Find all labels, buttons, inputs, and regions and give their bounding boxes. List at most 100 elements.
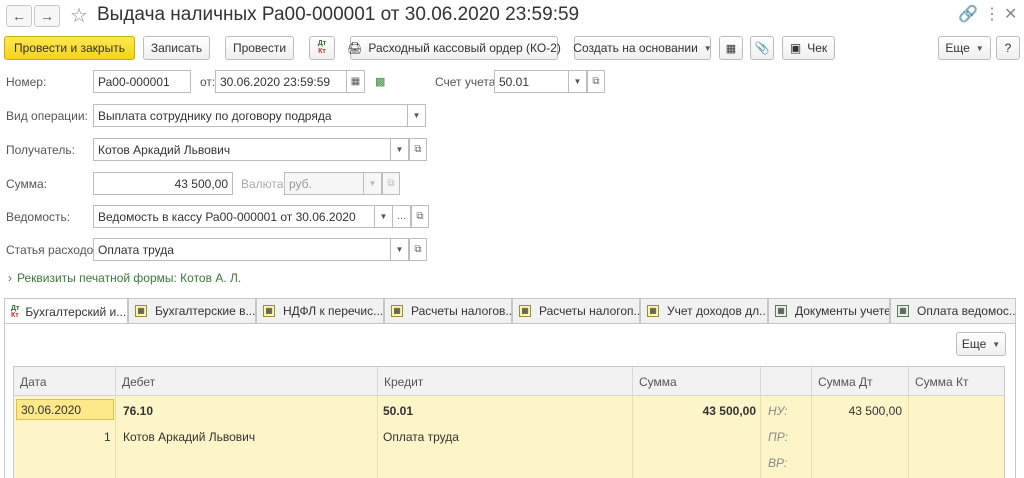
structure-button[interactable]: ▦ bbox=[719, 36, 743, 60]
open-icon: ⧉ bbox=[416, 211, 424, 222]
kt-icon: Кт bbox=[318, 48, 326, 55]
tab-tax-calc[interactable]: ▦ Расчеты налогов... bbox=[384, 298, 512, 324]
statement-select-button[interactable]: … bbox=[393, 205, 411, 228]
operation-field[interactable]: Выплата сотруднику по договору подряда bbox=[93, 104, 408, 127]
save-button[interactable]: Записать bbox=[143, 36, 210, 60]
open-icon: ⧉ bbox=[414, 144, 422, 155]
account-field[interactable]: 50.01 bbox=[494, 70, 569, 93]
column-sum[interactable]: Сумма bbox=[633, 367, 761, 396]
column-date[interactable]: Дата bbox=[14, 367, 116, 396]
tab-label: Расчеты налогов... bbox=[411, 304, 512, 318]
status-doc-icon[interactable]: ▩ bbox=[375, 75, 385, 88]
print-form-details-label: Реквизиты печатной формы: Котов А. Л. bbox=[17, 271, 242, 285]
column-type[interactable] bbox=[761, 367, 812, 396]
more-vertical-icon[interactable]: ⋮ bbox=[984, 4, 1000, 24]
post-and-close-button[interactable]: Провести и закрыть bbox=[4, 36, 135, 60]
tab-label: Оплата ведомос... bbox=[917, 304, 1016, 318]
chevron-down-icon: ▼ bbox=[992, 339, 1001, 349]
recipient-label: Получатель: bbox=[6, 143, 75, 157]
column-divider bbox=[115, 396, 116, 478]
register-icon: ▦ bbox=[135, 305, 147, 317]
tab-taxpayer-calc[interactable]: ▦ Расчеты налогоп... bbox=[512, 298, 640, 324]
tab-accounting-registers[interactable]: ▦ Бухгалтерские в... bbox=[128, 298, 256, 324]
close-icon[interactable]: ✕ bbox=[1004, 4, 1017, 24]
column-divider bbox=[377, 396, 378, 478]
cash-order-label: Расходный кассовый ордер (КО-2) bbox=[368, 41, 561, 55]
calendar-button[interactable]: ▦ bbox=[347, 70, 365, 93]
row-credit-subconto: Оплата труда bbox=[383, 430, 459, 444]
tab-label: Бухгалтерский и... bbox=[25, 304, 127, 319]
number-field[interactable]: Ра00-000001 bbox=[93, 70, 191, 93]
account-dropdown-button[interactable]: ▼ bbox=[569, 70, 587, 93]
table-row[interactable]: 30.06.2020 1 76.10 Котов Аркадий Львович… bbox=[14, 396, 1004, 478]
check-label: Чек bbox=[807, 41, 828, 55]
row-sum: 43 500,00 bbox=[702, 404, 756, 418]
date-field[interactable]: 30.06.2020 23:59:59 bbox=[215, 70, 347, 93]
tab-accounting-documents[interactable]: ▦ Документы учете... bbox=[768, 298, 890, 324]
amount-field[interactable]: 43 500,00 bbox=[93, 172, 233, 195]
page-title: Выдача наличных Ра00-000001 от 30.06.202… bbox=[97, 4, 580, 25]
statement-dropdown-button[interactable]: ▼ bbox=[375, 205, 393, 228]
tab-statement-payment[interactable]: ▦ Оплата ведомос... bbox=[890, 298, 1016, 324]
expense-dropdown-button[interactable]: ▼ bbox=[391, 238, 409, 261]
row-credit-account: 50.01 bbox=[383, 404, 414, 418]
tab-ndfl[interactable]: ▦ НДФЛ к перечис... bbox=[256, 298, 384, 324]
tab-label: Расчеты налогоп... bbox=[539, 304, 640, 318]
currency-open-button: ⧉ bbox=[382, 172, 400, 195]
chevron-down-icon: ▼ bbox=[395, 145, 404, 154]
back-button[interactable]: ← bbox=[6, 5, 32, 27]
forward-button[interactable]: → bbox=[34, 5, 60, 27]
expense-label: Статья расходов: bbox=[6, 243, 104, 257]
more-button[interactable]: Еще ▼ bbox=[938, 36, 991, 60]
table-icon: ▦ bbox=[775, 305, 787, 317]
chevron-down-icon: ▼ bbox=[975, 43, 984, 53]
dt-icon: Дт bbox=[317, 40, 327, 47]
attach-button[interactable]: 📎 bbox=[750, 36, 774, 60]
statement-open-button[interactable]: ⧉ bbox=[411, 205, 429, 228]
tab-label: НДФЛ к перечис... bbox=[283, 304, 384, 318]
column-sum-kt[interactable]: Сумма Кт bbox=[909, 367, 1004, 396]
currency-field: руб. bbox=[284, 172, 364, 195]
chevron-down-icon: ▼ bbox=[379, 212, 388, 221]
register-icon: ▦ bbox=[519, 305, 531, 317]
panel-more-button[interactable]: Еще ▼ bbox=[956, 332, 1006, 356]
column-divider bbox=[632, 396, 633, 478]
tab-bar: Дт Кт Бухгалтерский и... ▦ Бухгалтерские … bbox=[4, 298, 1016, 325]
number-label: Номер: bbox=[6, 75, 47, 89]
expense-field[interactable]: Оплата труда bbox=[93, 238, 391, 261]
column-credit[interactable]: Кредит bbox=[378, 367, 633, 396]
recipient-open-button[interactable]: ⧉ bbox=[409, 138, 427, 161]
register-icon: ▦ bbox=[647, 305, 659, 317]
operation-label: Вид операции: bbox=[6, 109, 88, 123]
currency-label: Валюта: bbox=[241, 177, 287, 191]
chevron-down-icon: ▼ bbox=[703, 43, 712, 53]
print-form-details-link[interactable]: › Реквизиты печатной формы: Котов А. Л. bbox=[8, 271, 241, 285]
statement-field[interactable]: Ведомость в кассу Ра00-000001 от 30.06.2… bbox=[93, 205, 375, 228]
tab-label: Документы учете... bbox=[795, 304, 889, 318]
recipient-dropdown-button[interactable]: ▼ bbox=[391, 138, 409, 161]
row-date-cell[interactable]: 30.06.2020 bbox=[16, 399, 114, 420]
cash-order-print-button[interactable]: 🖨 Расходный кассовый ордер (КО-2) bbox=[347, 36, 561, 60]
check-button[interactable]: ▣ Чек bbox=[782, 36, 835, 60]
column-sum-dt[interactable]: Сумма Дт bbox=[812, 367, 909, 396]
link-icon[interactable]: 🔗 bbox=[958, 4, 978, 24]
tab-accounting-entries[interactable]: Дт Кт Бухгалтерский и... bbox=[4, 298, 128, 325]
column-divider bbox=[811, 396, 812, 478]
date-label: от: bbox=[200, 75, 216, 89]
account-open-button[interactable]: ⧉ bbox=[587, 70, 605, 93]
recipient-field[interactable]: Котов Аркадий Львович bbox=[93, 138, 391, 161]
operation-dropdown-button[interactable]: ▼ bbox=[408, 104, 426, 127]
tab-income-accounting[interactable]: ▦ Учет доходов дл... bbox=[640, 298, 768, 324]
column-debit[interactable]: Дебет bbox=[116, 367, 378, 396]
statement-label: Ведомость: bbox=[6, 210, 71, 224]
post-button[interactable]: Провести bbox=[225, 36, 294, 60]
chevron-down-icon: ▼ bbox=[573, 77, 582, 86]
create-based-on-button[interactable]: Создать на основании ▼ bbox=[573, 36, 712, 60]
help-button[interactable]: ? bbox=[996, 36, 1020, 60]
expense-open-button[interactable]: ⧉ bbox=[409, 238, 427, 261]
title-bar: ← → ☆ Выдача наличных Ра00-000001 от 30.… bbox=[0, 0, 1024, 32]
row-pr-label: ПР: bbox=[768, 430, 788, 444]
amount-label: Сумма: bbox=[6, 177, 48, 191]
dt-kt-button[interactable]: Дт Кт bbox=[309, 36, 335, 60]
favorite-star-icon[interactable]: ☆ bbox=[70, 3, 88, 28]
